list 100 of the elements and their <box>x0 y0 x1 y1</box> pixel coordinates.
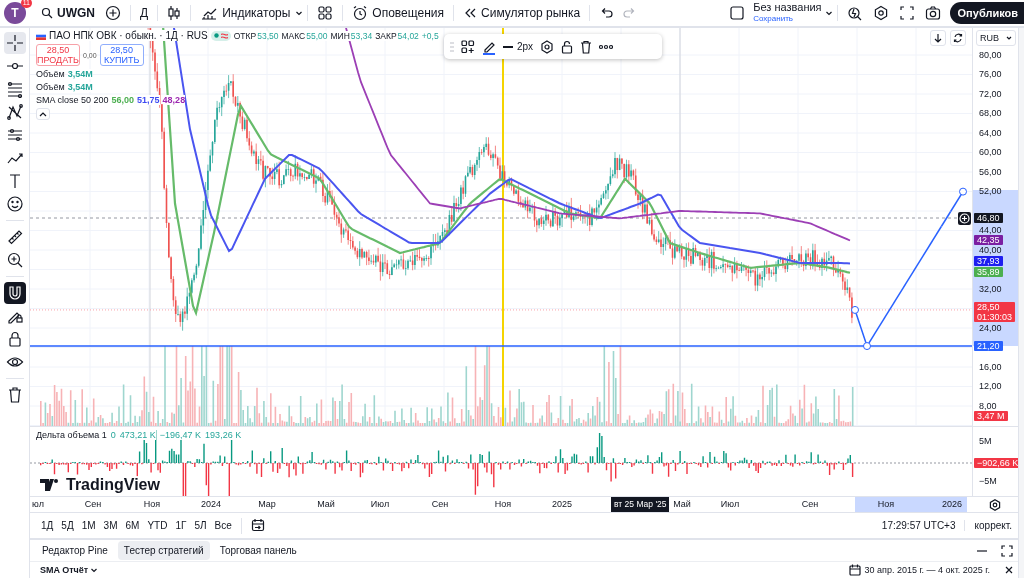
indicator-value: 3,54M <box>67 69 93 79</box>
line-handle[interactable] <box>863 342 871 351</box>
camera-icon <box>924 5 941 21</box>
scroll-down-button[interactable] <box>930 30 946 46</box>
crosshair-date-label: вт 25 Мар '25 <box>611 497 670 512</box>
price-tick: 24,00 <box>979 323 1002 333</box>
unlock-icon[interactable] <box>561 39 574 54</box>
range-button[interactable]: Все <box>211 518 235 533</box>
replay-button[interactable]: Симулятор рынка <box>458 2 586 24</box>
price-tick: 52,00 <box>979 187 1002 196</box>
crosshair-icon <box>5 34 24 52</box>
ohlc-value: 54,02 <box>397 30 419 41</box>
alerts-button[interactable]: Оповещения <box>347 2 450 24</box>
indicator-name: Объём <box>36 69 65 79</box>
clock-time: 17:29:57 UTC+3 <box>873 520 965 531</box>
range-button[interactable]: 5Д <box>58 518 77 533</box>
ohlc-label: МАКС <box>281 30 306 41</box>
indicator-name: Дельта объема 1 <box>36 430 107 440</box>
panel-tab[interactable]: Торговая панель <box>213 541 303 560</box>
price-tick: 40,00 <box>979 245 1002 255</box>
indicator-value: 0 <box>110 430 116 440</box>
indicator-value: 51,75 <box>137 95 160 105</box>
line-handle[interactable] <box>851 305 859 314</box>
time-tick: юл <box>32 499 44 509</box>
range-button[interactable]: YTD <box>144 518 171 533</box>
plus-circle-icon <box>105 5 121 21</box>
template-icon[interactable] <box>461 39 475 54</box>
settings-icon[interactable] <box>540 39 555 54</box>
trash-icon[interactable] <box>580 39 593 54</box>
price-label: 28,50 01:30:03 <box>974 302 1016 322</box>
reset-button[interactable] <box>950 30 966 46</box>
range-button[interactable]: 1Д <box>38 518 57 533</box>
indicator-value: 193,26 K <box>205 430 242 440</box>
price-tick: 32,00 <box>979 284 1002 294</box>
crosshair-button[interactable] <box>3 32 26 54</box>
range-button[interactable]: 1М <box>78 518 99 533</box>
save-link[interactable]: Сохранить <box>753 13 793 24</box>
caret-icon <box>90 566 99 574</box>
minimize-icon <box>977 549 987 552</box>
price-tick: 64,00 <box>979 128 1002 138</box>
ohlc-label: ОТКР <box>233 30 257 41</box>
line-handle[interactable] <box>959 187 967 196</box>
sell-button[interactable]: 28,50 ПРОДАТЬ <box>36 44 80 66</box>
time-tick: Май <box>317 499 335 509</box>
zoom-in-icon <box>5 251 24 269</box>
indicator-value: 473,21 K <box>119 430 156 440</box>
price-label: 3,47 M <box>974 411 1008 421</box>
search-icon <box>41 7 53 19</box>
dot-icon <box>213 33 219 38</box>
delta-tick: −5M <box>979 477 997 486</box>
time-tick: 2025 <box>552 499 572 509</box>
time-tick: Май <box>673 499 691 509</box>
price-tick: 56,00 <box>979 167 1002 177</box>
price-tick: 60,00 <box>979 148 1002 157</box>
interval-button[interactable]: Д <box>135 2 154 24</box>
price-label: 37,93 <box>974 256 1003 266</box>
publish-button[interactable]: Опубликов <box>949 2 1024 24</box>
range-button[interactable]: 5Л <box>191 518 210 533</box>
magnet-button[interactable] <box>3 282 26 304</box>
range-button[interactable]: 1Г <box>172 518 190 533</box>
wave-icon <box>220 32 228 39</box>
caret-icon[interactable] <box>295 9 304 17</box>
time-tick: Ноя <box>877 499 895 509</box>
line-width-button[interactable]: 2px <box>503 41 534 52</box>
indicator-name: SMA close 50 200 <box>36 95 109 105</box>
caret-icon[interactable] <box>824 9 833 17</box>
add-alert-button[interactable] <box>958 212 971 225</box>
line-icon <box>503 44 513 49</box>
maximize-icon <box>1001 544 1013 557</box>
ohlc-label: МИН <box>330 30 350 41</box>
settings-icon[interactable] <box>989 498 1001 511</box>
more-icon[interactable] <box>599 43 614 50</box>
close-icon <box>1005 566 1013 574</box>
symbol-search[interactable]: UWGN <box>36 2 100 24</box>
delta-label: −902,66 K <box>974 458 1018 468</box>
indicator-value: 56,00 <box>111 95 135 105</box>
price-label: 35,89 <box>974 267 1003 277</box>
layout-name-button[interactable]: Без названия Сохранить <box>750 2 825 24</box>
calendar-icon[interactable] <box>848 564 861 576</box>
price-tick: 72,00 <box>979 89 1002 99</box>
price-tick: 8,00 <box>979 401 997 411</box>
settings-icon <box>872 5 889 21</box>
panel-tab[interactable]: Редактор Pine <box>36 541 114 560</box>
report-dropdown[interactable]: SMA Отчёт <box>40 565 99 575</box>
ohlc-value: 55,00 <box>306 30 328 41</box>
delta-tick: 5M <box>979 437 992 446</box>
rewind-icon <box>463 6 478 20</box>
currency-dropdown[interactable]: RUB <box>976 30 1016 46</box>
trend-line-segment[interactable] <box>940 210 952 228</box>
fullscreen-icon <box>898 5 915 21</box>
price-change: +0,5 <box>421 30 439 41</box>
indicators-button[interactable]: Индикаторы <box>195 2 296 24</box>
range-button[interactable]: 3М <box>100 518 121 533</box>
time-tick: Сен <box>84 499 102 509</box>
panel-tab[interactable]: Тестер стратегий <box>117 541 210 560</box>
buy-button[interactable]: 28,50 КУПИТЬ <box>99 44 144 66</box>
pattern-icon <box>5 103 24 121</box>
collapse-legend-button[interactable] <box>36 108 50 120</box>
adjustment-button[interactable]: коррект. <box>966 520 1018 531</box>
range-button[interactable]: 6М <box>122 518 143 533</box>
